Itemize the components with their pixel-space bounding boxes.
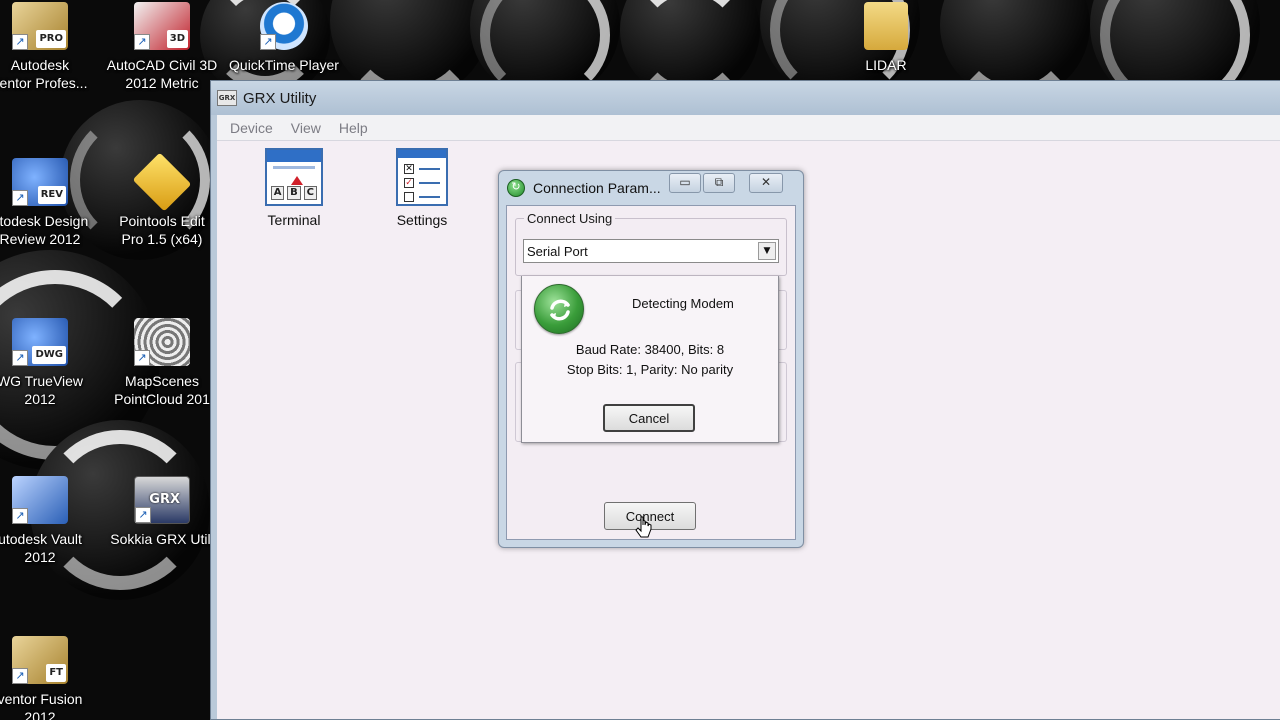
menu-help[interactable]: Help [330,120,377,136]
inventor-fusion-icon: ↗ FT [12,636,68,684]
stop-bits-text: Stop Bits: 1, Parity: No parity [566,362,734,377]
dwg-trueview-icon: ↗ DWG [12,318,68,366]
connect-using-value: Serial Port [527,243,588,259]
quicktime-icon: ↗ [260,2,308,50]
shortcut-arrow-icon: ↗ [134,34,150,50]
mouse-cursor-icon [635,516,652,538]
grx-window-title: GRX Utility [243,89,317,107]
shortcut-arrow-icon: ↗ [12,508,28,524]
desktop-icon-pointools[interactable]: Pointools Edit Pro 1.5 (x64) [104,152,220,248]
mapscenes-icon: ↗ [134,318,190,366]
desktop-icon-vault[interactable]: ↗ utodesk Vault 2012 [0,476,98,566]
icon-tag: REV [37,186,66,204]
shortcut-arrow-icon: ↗ [12,350,28,366]
desktop-icon-lidar[interactable]: LIDAR [828,2,944,74]
icon-tag: DWG [32,346,66,364]
shortcut-arrow-icon: ↗ [12,668,28,684]
terminal-icon: A B C [265,148,323,206]
close-button[interactable]: ✕ [749,173,783,193]
grx-titlebar[interactable]: GRX GRX Utility [211,81,1280,115]
grx-app-icon: GRX [217,90,237,106]
icon-tag: 3D [166,30,188,48]
icon-tag: FT [46,664,66,682]
detecting-modem-popup: Detecting Modem Baud Rate: 38400, Bits: … [521,276,779,443]
connection-dialog-title: Connection Param... [533,180,661,196]
detecting-modem-title: Detecting Modem [632,296,734,311]
desktop-icon-label: QuickTime Player [229,57,339,73]
terminal-label: Terminal [267,212,321,228]
connect-using-label: Connect Using [524,211,616,226]
menu-device[interactable]: Device [221,120,282,136]
grx-menubar: Device View Help [217,115,1280,141]
desktop-icon-design-review[interactable]: ↗ REV utodesk Design Review 2012 [0,158,98,248]
desktop-icon-quicktime[interactable]: ↗ QuickTime Player [226,2,342,74]
key-b: B [287,186,301,200]
minimize-button[interactable]: ▭ [669,173,701,193]
desktop-icon-label: AutoCAD Civil 3D 2012 Metric [106,57,218,91]
desktop-icon-label: LIDAR [865,57,907,73]
connection-titlebar[interactable]: ↻ Connection Param... ▭ ⧉ ✕ [499,171,803,205]
icon-tag: PRO [36,30,66,48]
vault-icon: ↗ [12,476,68,524]
restore-button[interactable]: ⧉ [703,173,735,193]
desktop-icon-dwg-trueview[interactable]: ↗ DWG WG TrueView 2012 [0,318,98,408]
key-c: C [303,186,317,200]
shortcut-arrow-icon: ↗ [134,350,150,366]
menu-view[interactable]: View [282,120,330,136]
folder-icon [864,2,908,50]
cancel-button[interactable]: Cancel [603,404,695,432]
icon-tag: GRX [149,492,180,507]
desktop-icon-autocad-civil[interactable]: ↗ 3D AutoCAD Civil 3D 2012 Metric [104,2,220,92]
shortcut-arrow-icon: ↗ [135,507,151,523]
settings-icon: ✕ ✓ [396,148,448,206]
desktop-icon-inventor[interactable]: ↗ PRO Autodesk ventor Profes... [0,2,98,92]
settings-launcher[interactable]: ✕ ✓ Settings [377,148,467,228]
terminal-launcher[interactable]: A B C Terminal [249,148,339,228]
shortcut-arrow-icon: ↗ [12,34,28,50]
baud-rate-text: Baud Rate: 38400, Bits: 8 [575,342,725,357]
inventor-icon: ↗ PRO [12,2,68,50]
sokkia-grx-icon: ↗ GRX [134,476,190,524]
shortcut-arrow-icon: ↗ [260,34,276,50]
pointools-icon [132,152,192,212]
desktop-icon-label: WG TrueView 2012 [0,373,84,407]
connect-using-select[interactable]: Serial Port ▼ [523,239,779,263]
desktop-icon-sokkia-grx[interactable]: ↗ GRX Sokkia GRX Utili [104,476,220,548]
desktop-icon-label: ventor Fusion 2012 [0,691,83,720]
desktop-icon-inventor-fusion[interactable]: ↗ FT ventor Fusion 2012 [0,636,98,720]
key-a: A [271,186,285,200]
desktop-icon-label: utodesk Design Review 2012 [0,213,89,247]
connect-using-group: Connect Using Serial Port ▼ [515,211,787,276]
desktop-icon-label: MapScenes PointCloud 201 [114,373,210,407]
desktop-icon-label: Pointools Edit Pro 1.5 (x64) [119,213,205,247]
shortcut-arrow-icon: ↗ [12,190,28,206]
chevron-down-icon[interactable]: ▼ [758,242,776,260]
connection-refresh-icon: ↻ [507,179,525,197]
settings-label: Settings [396,212,448,228]
autocad-civil-icon: ↗ 3D [134,2,190,50]
refresh-icon [534,284,584,334]
desktop-icon-label: utodesk Vault 2012 [0,531,82,565]
design-review-icon: ↗ REV [12,158,68,206]
desktop-icon-label: Sokkia GRX Utili [110,531,214,547]
desktop-icon-label: Autodesk ventor Profes... [0,57,88,91]
desktop-icon-mapscenes[interactable]: ↗ MapScenes PointCloud 201 [104,318,220,408]
